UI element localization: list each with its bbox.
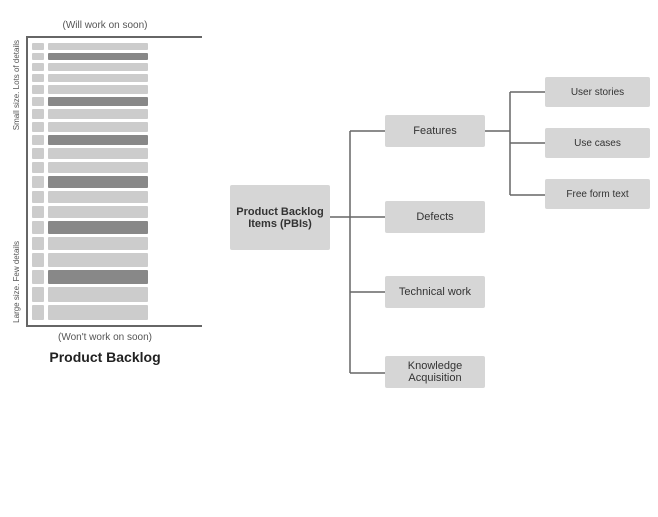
main-container: (Will work on soon) Small size. Lots of … [0, 0, 658, 517]
bar-left [32, 148, 44, 159]
backlog-row [32, 270, 198, 284]
backlog-row [32, 253, 198, 267]
backlog-row [32, 287, 198, 302]
bar-right [48, 109, 148, 119]
backlog-row [32, 148, 198, 159]
bar-right [48, 237, 148, 250]
bar-left [32, 176, 44, 188]
bar-left [32, 63, 44, 71]
bar-left [32, 270, 44, 284]
backlog-row [32, 53, 198, 60]
bar-right [48, 191, 148, 203]
bar-right [48, 74, 148, 82]
free-form-text-box: Free form text [545, 179, 650, 209]
backlog-label-bottom: (Won't work on soon) [0, 332, 210, 343]
knowledge-acquisition-box: Knowledge Acquisition [385, 356, 485, 388]
bar-right [48, 221, 148, 234]
pbi-label: Product Backlog Items (PBIs) [230, 206, 330, 230]
backlog-label-top: (Will work on soon) [0, 20, 210, 31]
backlog-row [32, 206, 198, 218]
backlog-row [32, 43, 198, 50]
knowledge-label: Knowledge Acquisition [385, 360, 485, 384]
backlog-row [32, 162, 198, 173]
bar-left [32, 162, 44, 173]
bar-left [32, 97, 44, 106]
backlog-row [32, 191, 198, 203]
diagram-inner: Product Backlog Items (PBIs) Features De… [210, 15, 658, 517]
diagram-section: Product Backlog Items (PBIs) Features De… [210, 0, 658, 517]
bar-left [32, 206, 44, 218]
backlog-row [32, 97, 198, 106]
bar-right [48, 43, 148, 50]
pbi-box: Product Backlog Items (PBIs) [230, 185, 330, 250]
size-label-large: Large size. Few details [13, 241, 22, 323]
bar-right [48, 162, 148, 173]
bar-right [48, 63, 148, 71]
backlog-row [32, 63, 198, 71]
bar-right [48, 148, 148, 159]
backlog-items [26, 36, 202, 327]
backlog-row [32, 74, 198, 82]
bar-left [32, 191, 44, 203]
backlog-row [32, 305, 198, 320]
use-cases-label: Use cases [574, 138, 621, 149]
bar-right [48, 97, 148, 106]
bar-left [32, 287, 44, 302]
bar-right [48, 53, 148, 60]
backlog-row [32, 135, 198, 145]
defects-label: Defects [416, 211, 453, 223]
bar-left [32, 253, 44, 267]
bar-right [48, 85, 148, 94]
bar-left [32, 237, 44, 250]
user-stories-label: User stories [571, 87, 624, 98]
defects-box: Defects [385, 201, 485, 233]
features-box: Features [385, 115, 485, 147]
bar-right [48, 206, 148, 218]
backlog-row [32, 109, 198, 119]
bar-right [48, 287, 148, 302]
bar-left [32, 85, 44, 94]
bar-left [32, 135, 44, 145]
user-stories-box: User stories [545, 77, 650, 107]
bar-right [48, 253, 148, 267]
bar-left [32, 109, 44, 119]
technical-label: Technical work [399, 286, 471, 298]
technical-work-box: Technical work [385, 276, 485, 308]
features-label: Features [413, 125, 456, 137]
bar-left [32, 74, 44, 82]
bar-left [32, 221, 44, 234]
size-label-small: Small size. Lots of details [13, 40, 22, 130]
bar-left [32, 305, 44, 320]
bar-left [32, 43, 44, 50]
backlog-row [32, 85, 198, 94]
product-backlog-title: Product Backlog [0, 349, 210, 365]
use-cases-box: Use cases [545, 128, 650, 158]
backlog-section: (Will work on soon) Small size. Lots of … [0, 0, 210, 517]
bar-left [32, 53, 44, 60]
free-form-label: Free form text [566, 189, 628, 200]
backlog-row [32, 237, 198, 250]
backlog-row [32, 176, 198, 188]
bar-left [32, 122, 44, 132]
backlog-row [32, 122, 198, 132]
bar-right [48, 135, 148, 145]
bar-right [48, 176, 148, 188]
bar-right [48, 270, 148, 284]
backlog-row [32, 221, 198, 234]
bar-right [48, 305, 148, 320]
bar-right [48, 122, 148, 132]
